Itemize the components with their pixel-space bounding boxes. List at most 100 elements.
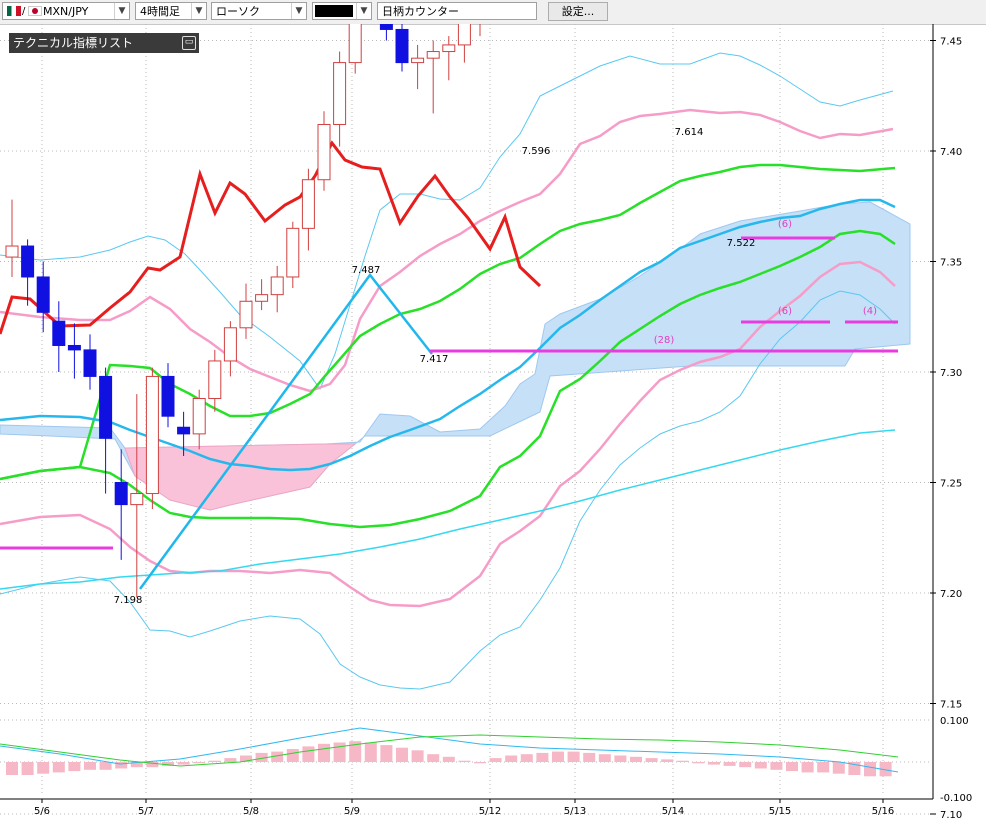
x-tick-label: 5/12 — [479, 806, 501, 817]
candle-body — [411, 57, 425, 64]
macd-histogram-bar — [411, 750, 424, 762]
swing-label: 7.487 — [352, 265, 381, 276]
chevron-down-icon[interactable]: ▼ — [356, 3, 371, 19]
macd-histogram-bar — [754, 762, 767, 769]
y-tick-label: 7.10 — [940, 810, 962, 820]
macd-histogram-bar — [396, 747, 408, 762]
candle-body — [395, 28, 409, 64]
candle-body — [348, 24, 362, 64]
macd-histogram-bar — [6, 762, 18, 775]
counter-label: 日柄カウンター — [382, 5, 459, 18]
candle-body — [99, 375, 113, 439]
osc-tick-label: -0.100 — [940, 793, 972, 804]
macd-histogram-bar — [224, 758, 237, 762]
mexico-flag-icon — [7, 6, 21, 16]
macd-histogram-bar — [364, 742, 377, 762]
chevron-down-icon[interactable]: ▼ — [114, 3, 129, 19]
macd-histogram-bar — [567, 751, 580, 762]
candle-body — [333, 62, 347, 125]
macd-histogram-bar — [318, 743, 330, 762]
macd-histogram-bar — [193, 762, 206, 764]
x-tick-label: 5/7 — [138, 806, 154, 817]
candle-body — [83, 349, 97, 377]
macd-histogram-bar — [21, 762, 34, 775]
candle-body — [270, 276, 284, 296]
settings-button[interactable]: 設定... — [548, 2, 608, 21]
macd-histogram-bar — [676, 760, 689, 762]
swing-label: 7.614 — [675, 127, 704, 138]
x-tick-label: 5/15 — [769, 806, 791, 817]
macd-histogram-bar — [801, 762, 814, 773]
chevron-down-icon[interactable]: ▼ — [191, 3, 206, 19]
macd-histogram-bar — [458, 760, 471, 762]
lagging-span — [0, 140, 542, 335]
macd-histogram-bar — [614, 755, 627, 762]
x-tick-label: 5/16 — [872, 806, 894, 817]
y-tick-label: 7.45 — [940, 37, 962, 48]
macd-histogram-bar — [52, 762, 65, 773]
y-tick-label: 7.40 — [940, 147, 962, 158]
candle-body — [426, 51, 440, 59]
currency-pair-select[interactable]: / MXN/JPY ▼ — [2, 2, 130, 20]
candle-body — [379, 24, 393, 30]
y-tick-label: 7.15 — [940, 700, 962, 711]
price-chart[interactable]: 100 %61.8 %38.2 %7.1987.4877.4177.5967.6… — [0, 24, 986, 820]
macd-histogram-bar — [723, 762, 736, 766]
x-tick-label: 5/8 — [243, 806, 259, 817]
macd-histogram-bar — [645, 758, 658, 762]
color-select[interactable]: ▼ — [312, 2, 372, 20]
grid — [0, 24, 932, 815]
candle-body — [208, 360, 222, 400]
swing-label: 7.596 — [522, 146, 551, 157]
chevron-down-icon[interactable]: ▼ — [291, 3, 306, 19]
x-tick-label: 5/9 — [344, 806, 360, 817]
macd-histogram-bar — [832, 762, 845, 774]
candle-body — [177, 426, 191, 435]
day-count-label: (4) — [863, 306, 877, 317]
macd-histogram-bar — [739, 762, 752, 768]
macd-histogram-bar — [770, 762, 783, 770]
candle-body — [52, 320, 66, 346]
candle-body — [67, 344, 81, 351]
candle-body — [130, 493, 144, 506]
candle-body — [36, 276, 50, 313]
macd-histogram-bar — [442, 756, 455, 762]
indicator-list-panel[interactable]: テクニカル指標リスト ▭ — [9, 33, 199, 53]
macd-histogram-bar — [99, 762, 112, 770]
macd-histogram-bar — [786, 762, 798, 772]
period-select[interactable]: 4時間足 ▼ — [135, 2, 207, 20]
candle-body — [223, 327, 237, 362]
macd-histogram-bar — [427, 754, 440, 762]
day-count-label: (28) — [654, 335, 675, 346]
candle-body — [286, 227, 300, 278]
x-tick-label: 5/13 — [564, 806, 586, 817]
indicator-list-label: テクニカル指標リスト — [13, 36, 134, 50]
chart-type-label: ローソク — [216, 5, 260, 18]
candle-body — [145, 375, 159, 495]
candle-body — [317, 123, 331, 181]
y-tick-label-top: 7.710 — [940, 24, 969, 25]
y-tick-label: 7.35 — [940, 258, 962, 269]
indicator-lines — [0, 52, 896, 690]
candle-body — [192, 398, 206, 435]
macd-histogram-bar — [708, 762, 720, 765]
candle-body — [114, 482, 128, 506]
counter-field[interactable]: 日柄カウンター — [377, 2, 537, 20]
macd-histogram-bar — [84, 762, 96, 770]
macd-histogram-bar — [474, 762, 486, 764]
panel-toggle-icon[interactable]: ▭ — [182, 36, 196, 50]
macd-histogram-bar — [692, 762, 705, 764]
candle-body — [161, 375, 175, 417]
macd-histogram-bar — [177, 762, 190, 765]
candle-color-icon — [315, 5, 353, 17]
macd-histogram-bar — [489, 758, 502, 762]
macd-histogram-bar — [208, 760, 221, 762]
candle-body — [457, 24, 471, 46]
macd-histogram-bar — [68, 762, 81, 772]
candle-body — [442, 44, 456, 53]
macd-histogram-bar — [536, 752, 549, 762]
chart-type-select[interactable]: ローソク ▼ — [211, 2, 307, 20]
candle-body — [301, 179, 315, 229]
period-label: 4時間足 — [140, 5, 180, 18]
x-tick-label: 5/6 — [34, 806, 50, 817]
